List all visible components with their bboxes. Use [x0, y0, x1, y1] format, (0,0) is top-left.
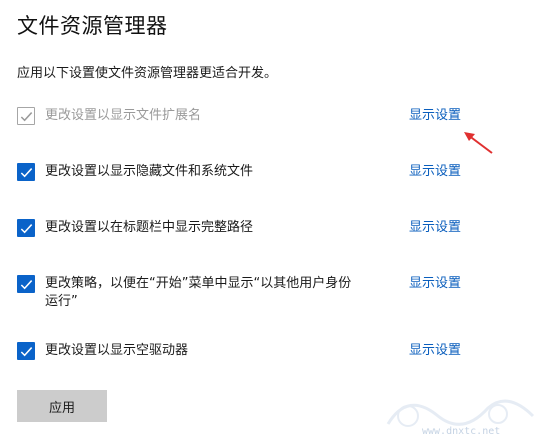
watermark-logo-icon: [386, 399, 535, 427]
show-settings-link[interactable]: 显示设置: [409, 163, 461, 181]
setting-label: 更改策略，以便在“开始”菜单中显示“以其他用户身份运行”: [45, 276, 352, 309]
checkmark-icon: [20, 112, 33, 122]
setting-label: 更改设置以显示文件扩展名: [45, 108, 202, 123]
checkbox-run-as-other-user[interactable]: [17, 275, 35, 293]
checkmark-icon: [20, 280, 33, 290]
checkbox-show-empty-drives[interactable]: [17, 342, 35, 360]
show-settings-link[interactable]: 显示设置: [409, 342, 461, 360]
checkbox-show-full-path[interactable]: [17, 219, 35, 237]
setting-label: 更改设置以显示隐藏文件和系统文件: [45, 164, 254, 179]
checkbox-show-file-extensions[interactable]: [17, 107, 35, 125]
file-explorer-settings-panel: 文件资源管理器 应用以下设置使文件资源管理器更适合开发。 更改设置以显示文件扩展…: [0, 0, 549, 447]
setting-label: 更改设置以显示空驱动器: [45, 343, 189, 358]
show-settings-link[interactable]: 显示设置: [409, 107, 461, 125]
red-arrow-icon: [464, 132, 493, 154]
page-title: 文件资源管理器: [17, 14, 168, 38]
checkmark-icon: [20, 168, 33, 178]
apply-button[interactable]: 应用: [17, 390, 107, 422]
checkmark-icon: [20, 224, 33, 234]
checkbox-show-hidden-files[interactable]: [17, 163, 35, 181]
page-subtitle: 应用以下设置使文件资源管理器更适合开发。: [17, 66, 278, 81]
setting-label: 更改设置以在标题栏中显示完整路径: [45, 220, 254, 235]
watermark-text: www.dnxtc.net: [422, 426, 501, 437]
show-settings-link[interactable]: 显示设置: [409, 219, 461, 237]
checkmark-icon: [20, 347, 33, 357]
show-settings-link[interactable]: 显示设置: [409, 275, 461, 293]
